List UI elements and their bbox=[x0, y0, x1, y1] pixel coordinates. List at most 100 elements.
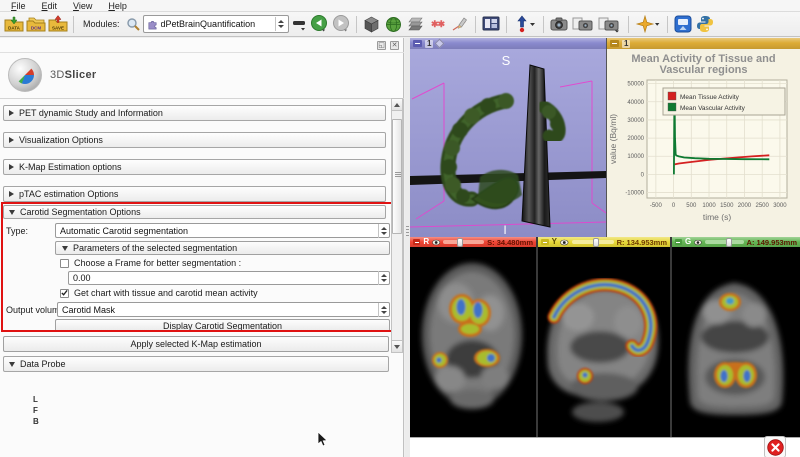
main-toolbar: DATA DCM SAVE Modules: bbox=[0, 12, 800, 37]
display-carotid-segmentation-button[interactable]: Display Carotid Segmentation bbox=[55, 319, 390, 332]
menu-view[interactable]: View bbox=[66, 1, 99, 11]
slice-red-header[interactable]: R S: 34.480mm bbox=[410, 237, 536, 247]
visibility-eye-icon[interactable] bbox=[432, 239, 440, 246]
svg-text:2500: 2500 bbox=[756, 203, 770, 209]
svg-text:40000: 40000 bbox=[627, 100, 644, 106]
slider-handle[interactable] bbox=[457, 238, 463, 247]
ruler-pencil-icon[interactable] bbox=[450, 14, 470, 34]
frame-spinbox-arrows[interactable] bbox=[378, 271, 389, 285]
status-bar bbox=[410, 437, 800, 457]
svg-text:10000: 10000 bbox=[627, 154, 644, 160]
view-3d-header[interactable]: 1 bbox=[410, 38, 606, 49]
history-forward-icon[interactable] bbox=[331, 14, 351, 34]
svg-text:500: 500 bbox=[686, 203, 697, 209]
minimize-view-icon[interactable] bbox=[541, 239, 549, 245]
svg-text:value (Bq/ml): value (Bq/ml) bbox=[608, 114, 618, 164]
svg-text:-500: -500 bbox=[650, 203, 663, 209]
slice-offset-slider[interactable] bbox=[705, 240, 743, 244]
orientation-superior-label: S bbox=[502, 53, 511, 68]
coronal-slice-image[interactable] bbox=[672, 247, 800, 437]
module-selector-value: dPetBrainQuantification bbox=[161, 19, 272, 29]
scrollbar-down-icon[interactable] bbox=[392, 340, 402, 352]
visibility-eye-icon[interactable] bbox=[694, 239, 702, 246]
view-3d-scene[interactable]: S I bbox=[410, 49, 606, 237]
output-volume-spin[interactable] bbox=[378, 303, 389, 317]
3d-render: S I bbox=[410, 49, 606, 237]
menu-file[interactable]: File bbox=[4, 1, 33, 11]
panel-scrollbar[interactable] bbox=[391, 98, 403, 353]
python-console-icon[interactable] bbox=[695, 14, 715, 34]
save-icon[interactable]: SAVE bbox=[48, 14, 68, 34]
slider-handle[interactable] bbox=[726, 238, 732, 247]
extensions-manager-icon[interactable] bbox=[673, 14, 693, 34]
minimize-view-icon[interactable] bbox=[675, 239, 682, 245]
screenshot-camera-icon[interactable] bbox=[549, 14, 569, 34]
history-back-icon[interactable] bbox=[309, 14, 329, 34]
chart-view-header[interactable]: 1 bbox=[607, 38, 800, 49]
pin-view-icon[interactable] bbox=[435, 39, 445, 49]
slice-yellow-header[interactable]: Y R: 134.953mm bbox=[538, 237, 670, 247]
module-search-icon[interactable] bbox=[125, 14, 141, 34]
layout-selector-icon[interactable] bbox=[481, 14, 501, 34]
module-selector-combobox[interactable]: dPetBrainQuantification bbox=[143, 15, 289, 33]
svg-text:Mean Tissue Activity: Mean Tissue Activity bbox=[680, 94, 740, 101]
visibility-eye-icon[interactable] bbox=[560, 239, 569, 246]
slice-offset-slider[interactable] bbox=[572, 240, 614, 244]
scrollbar-up-icon[interactable] bbox=[392, 99, 402, 111]
svg-text:1500: 1500 bbox=[720, 203, 734, 209]
axial-slice-image[interactable] bbox=[410, 247, 536, 437]
apply-kmap-estimation-button[interactable]: Apply selected K-Map estimation bbox=[3, 336, 389, 352]
slice-offset-slider[interactable] bbox=[443, 240, 484, 244]
module-selector-spin[interactable] bbox=[275, 17, 286, 31]
globe-icon[interactable] bbox=[384, 14, 404, 34]
dicom-icon[interactable]: DCM bbox=[26, 14, 46, 34]
output-volume-combobox[interactable]: Carotid Mask bbox=[57, 302, 390, 317]
section-data-probe[interactable]: Data Probe bbox=[3, 356, 389, 372]
section-kmap-estimation[interactable]: K-Map Estimation options bbox=[3, 159, 386, 175]
slider-handle[interactable] bbox=[593, 238, 599, 247]
segmentation-type-combobox[interactable]: Automatic Carotid segmentation bbox=[55, 223, 390, 238]
slice-green-header[interactable]: G A: 149.953mm bbox=[672, 237, 800, 247]
slice-offset-value: S: 34.480mm bbox=[487, 238, 533, 247]
scene-view-restore-icon[interactable] bbox=[597, 14, 623, 34]
scrollbar-thumb[interactable] bbox=[392, 119, 402, 234]
svg-text:-10000: -10000 bbox=[625, 191, 644, 197]
expanded-arrow-icon bbox=[9, 210, 15, 215]
section-visualization-options[interactable]: Visualization Options bbox=[3, 132, 386, 148]
minimize-view-icon[interactable] bbox=[610, 40, 619, 47]
menu-help[interactable]: Help bbox=[101, 1, 134, 11]
collapsed-arrow-icon bbox=[9, 137, 14, 143]
frame-checkbox-row: Choose a Frame for better segmentation : bbox=[60, 258, 241, 268]
minimize-view-icon[interactable] bbox=[413, 239, 420, 245]
slice-view-red: R S: 34.480mm bbox=[410, 237, 536, 437]
section-ptac-estimation[interactable]: pTAC estimation Options bbox=[3, 186, 386, 202]
slice-name-label: G bbox=[685, 238, 691, 246]
modules-label: Modules: bbox=[83, 19, 120, 29]
close-error-log-button[interactable] bbox=[764, 436, 786, 457]
scene-cube-icon[interactable] bbox=[362, 14, 382, 34]
crosshair-star-icon[interactable] bbox=[634, 14, 662, 34]
segmentation-type-spin[interactable] bbox=[378, 224, 389, 238]
minimize-view-icon[interactable] bbox=[413, 40, 422, 47]
close-panel-icon[interactable]: ✕ bbox=[390, 41, 399, 50]
svg-text:DATA: DATA bbox=[8, 26, 21, 31]
parameters-collapsible-button[interactable]: Parameters of the selected segmentation bbox=[55, 241, 390, 255]
chart-checkbox[interactable] bbox=[60, 289, 69, 298]
menu-edit[interactable]: Edit bbox=[35, 1, 65, 11]
activity-chart[interactable]: Mean Activity of Tissue and Vascular reg… bbox=[607, 49, 800, 237]
frame-checkbox[interactable] bbox=[60, 259, 69, 268]
layers-icon[interactable] bbox=[406, 14, 426, 34]
section-carotid-segmentation[interactable]: Carotid Segmentation Options bbox=[3, 205, 386, 219]
sagittal-slice-image[interactable] bbox=[538, 247, 670, 437]
crosshair-navigation-icon[interactable] bbox=[512, 14, 538, 34]
view-3d: 1 bbox=[410, 38, 606, 237]
module-history-icon[interactable] bbox=[291, 14, 307, 34]
frame-spinbox[interactable]: 0.00 bbox=[68, 271, 390, 285]
section-pet-dynamic-study[interactable]: PET dynamic Study and Information bbox=[3, 105, 386, 121]
undock-panel-icon[interactable]: ◱ bbox=[377, 41, 386, 50]
fiducial-markers-icon[interactable]: ✱✱ bbox=[428, 14, 448, 34]
frame-checkbox-label: Choose a Frame for better segmentation : bbox=[74, 258, 241, 268]
scene-view-capture-icon[interactable] bbox=[571, 14, 595, 34]
load-data-icon[interactable]: DATA bbox=[4, 14, 24, 34]
slice-view-row: R S: 34.480mm bbox=[410, 237, 800, 437]
